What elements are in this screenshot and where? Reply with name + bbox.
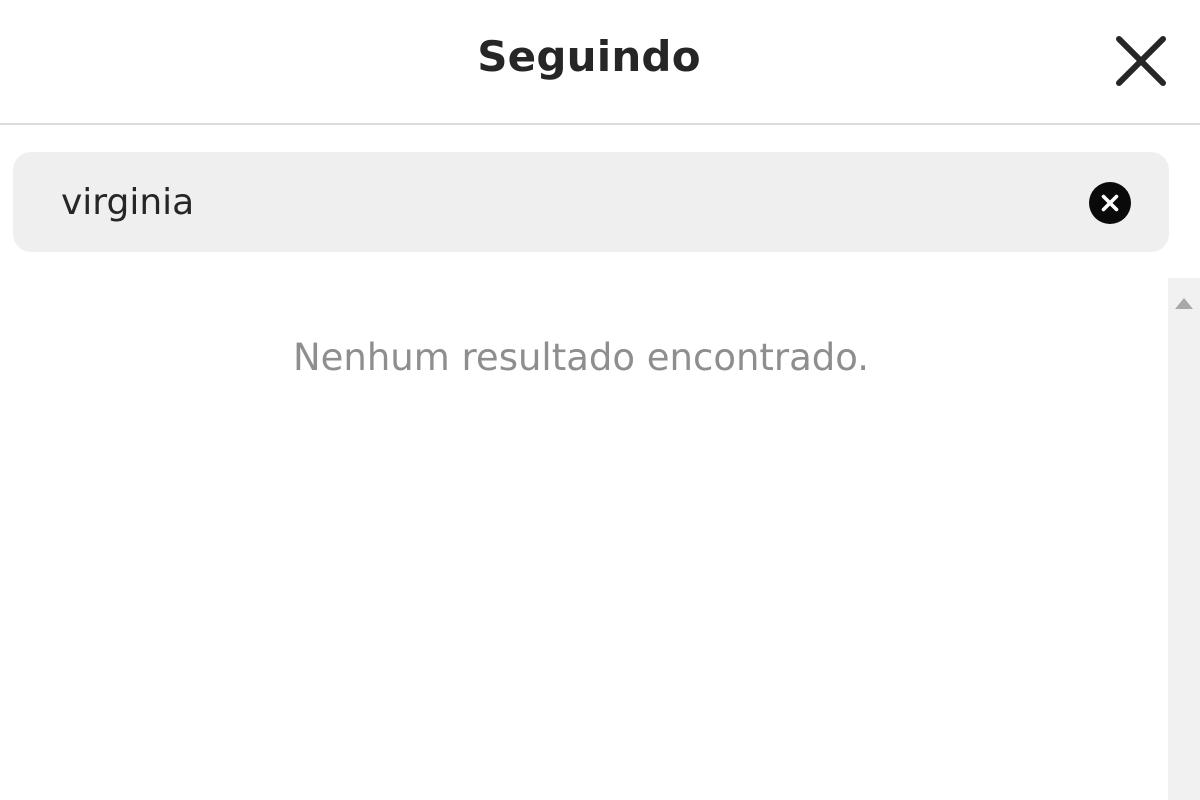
dialog-header: Seguindo xyxy=(0,0,1200,125)
search-input[interactable] xyxy=(61,170,1061,234)
following-dialog: Seguindo Nenhum resultado encontrado. xyxy=(0,0,1200,800)
clear-search-button[interactable] xyxy=(1088,181,1132,225)
clear-circle-icon xyxy=(1089,182,1131,224)
close-button[interactable] xyxy=(1108,28,1174,94)
results-list: Nenhum resultado encontrado. xyxy=(0,278,1168,800)
close-icon xyxy=(1116,36,1166,86)
dialog-title: Seguindo xyxy=(477,32,701,81)
no-results-message: Nenhum resultado encontrado. xyxy=(292,336,870,379)
search-bar xyxy=(13,152,1169,252)
scroll-up-arrow[interactable] xyxy=(1168,294,1200,314)
scrollbar[interactable] xyxy=(1168,278,1200,800)
triangle-up-icon xyxy=(1175,298,1193,309)
